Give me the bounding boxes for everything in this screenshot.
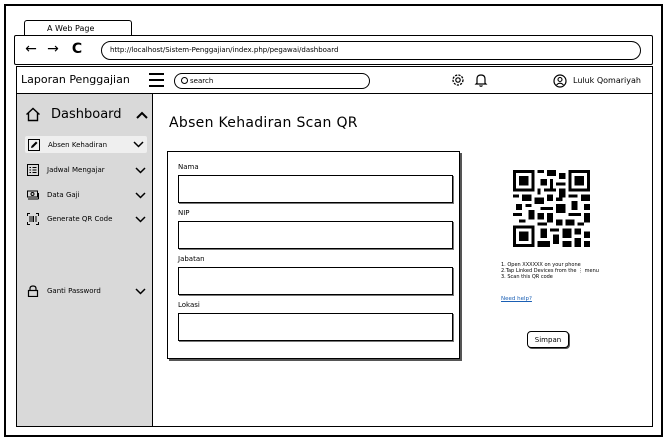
attendance-form: Nama NIP Jabatan Lokasi [167,151,460,359]
field-label: Jabatan [178,255,205,263]
sidebar-item-jadwal-mengajar[interactable]: Jadwal Mengajar [27,164,149,176]
search-input[interactable]: search [174,73,370,89]
chevron-down-icon[interactable] [135,166,146,174]
main-content: Absen Kehadiran Scan QR Nama NIP Jabatan… [153,94,653,427]
url-bar[interactable]: http://localhost/Sistem-Penggajian/index… [101,41,641,60]
browser-tab[interactable]: A Web Page [24,20,132,36]
qr-instructions: 1. Open XXXXXX on your phone 2.Tap Linke… [501,262,599,280]
jabatan-field[interactable] [178,267,453,295]
nama-field[interactable] [178,175,453,203]
nip-field[interactable] [178,221,453,249]
list-icon [27,164,39,176]
sidebar-item-label: Generate QR Code [47,215,113,223]
chevron-down-icon[interactable] [133,141,144,148]
bell-icon[interactable] [473,72,489,88]
menu-icon[interactable] [149,73,164,87]
field-label: Lokasi [178,301,200,309]
chevron-down-icon[interactable] [135,287,146,295]
search-placeholder: search [190,77,214,85]
home-icon [26,107,40,122]
field-label: NIP [178,209,190,217]
sidebar-item-ganti-password[interactable]: Ganti Password [27,285,149,297]
money-icon [27,190,39,200]
gear-icon[interactable] [450,72,466,88]
sidebar-item-label: Data Gaji [47,191,80,199]
sidebar-item-absen-kehadiran[interactable]: Absen Kehadiran [25,136,147,153]
back-button[interactable]: ← [23,40,39,58]
user-name: Luluk Qomariyah [573,76,641,85]
user-menu[interactable]: Luluk Qomariyah [553,73,641,89]
app-header: Laporan Penggajian search Luluk Qomariya… [16,66,653,94]
sidebar-item-label: Ganti Password [47,287,101,295]
sidebar-item-dashboard[interactable]: Dashboard [25,107,148,122]
qr-code-image [513,170,590,247]
browser-toolbar: ← → C http://localhost/Sistem-Penggajian… [14,35,653,65]
lokasi-field[interactable] [178,313,453,341]
sidebar-item-label: Absen Kehadiran [48,140,108,149]
sidebar-item-generate-qr-code[interactable]: Generate QR Code [27,213,149,225]
field-label: Nama [178,163,199,171]
page-title: Absen Kehadiran Scan QR [169,115,358,131]
chevron-down-icon[interactable] [135,191,146,199]
sidebar-item-data-gaji[interactable]: Data Gaji [27,189,149,201]
lock-icon [27,285,39,297]
sidebar-item-label: Dashboard [51,107,122,122]
edit-icon [28,138,40,151]
instruction-line: 3. Scan this QR code [501,274,553,280]
sidebar-item-label: Jadwal Mengajar [47,166,105,174]
forward-button[interactable]: → [45,40,61,58]
chevron-up-icon[interactable] [135,111,148,119]
reload-button[interactable]: C [69,40,85,58]
sidebar: Dashboard Absen Kehadiran Jadwal Mengaja… [16,94,153,427]
search-icon [181,77,188,84]
qr-scan-icon [27,213,39,225]
user-avatar-icon [553,74,567,88]
app-title: Laporan Penggajian [21,73,130,86]
need-help-link[interactable]: Need help? [501,296,532,302]
chevron-down-icon[interactable] [135,215,146,223]
save-button[interactable]: Simpan [527,331,569,348]
